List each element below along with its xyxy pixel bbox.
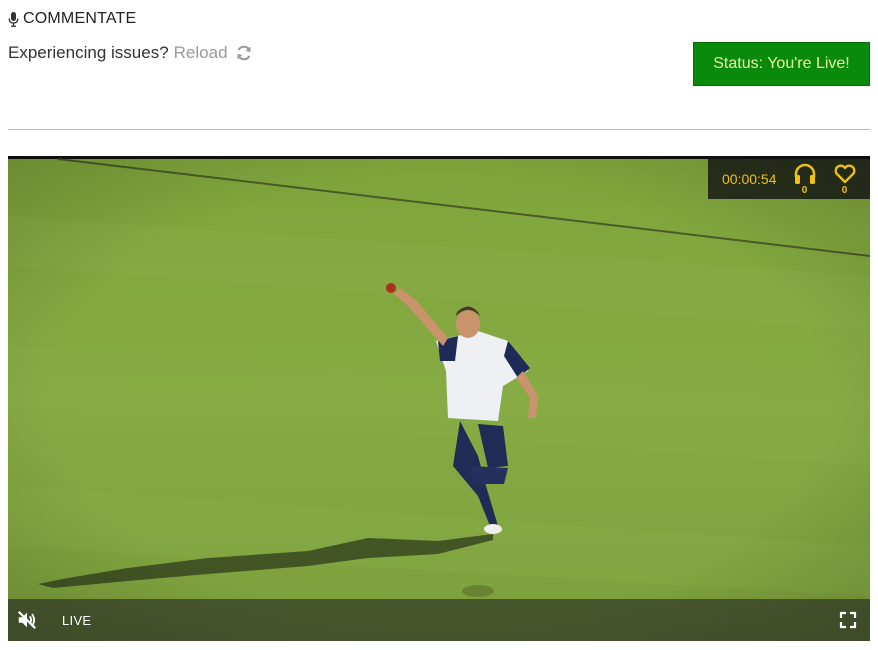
listeners-count: 0 [801,185,808,196]
issues-text: Experiencing issues? [8,43,169,62]
page-header: COMMENTATE [8,10,136,28]
volume-muted-icon [17,610,37,630]
refresh-icon[interactable] [235,44,253,62]
live-label: LIVE [62,612,92,628]
issues-line: Experiencing issues? Reload [8,43,253,63]
stats-overlay: 00:00:54 0 0 [708,159,870,199]
divider [8,129,870,130]
fullscreen-icon[interactable] [838,610,858,630]
headphones-icon [794,163,815,184]
elapsed-timer: 00:00:54 [722,171,777,187]
microphone-icon [8,11,19,27]
mute-button[interactable] [13,606,41,634]
video-frame [8,156,870,641]
listeners-counter[interactable]: 0 [793,163,817,196]
likes-count: 0 [841,185,848,196]
status-button[interactable]: Status: You're Live! [693,42,870,86]
video-controls: LIVE [8,599,870,641]
video-player[interactable]: 00:00:54 0 0 LIVE [8,156,870,641]
heart-icon [834,164,855,184]
likes-counter[interactable]: 0 [833,163,857,196]
reload-link[interactable]: Reload [174,43,228,63]
page-title: COMMENTATE [23,10,137,27]
